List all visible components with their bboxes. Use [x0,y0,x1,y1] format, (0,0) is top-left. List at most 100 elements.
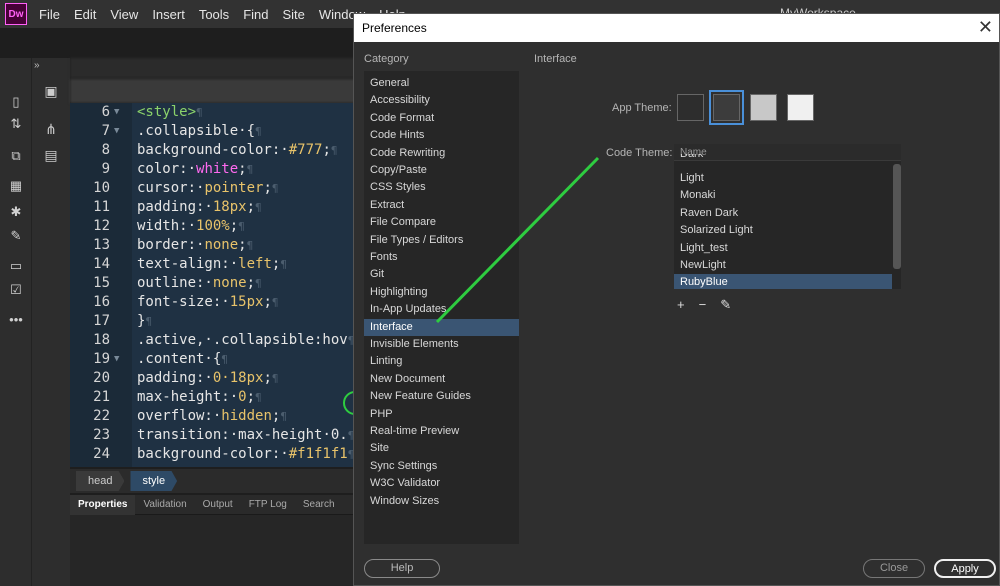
code-line[interactable]: 7 ▼ .collapsible·{¶ [70,122,360,141]
expand-panels-icon[interactable]: » [34,60,40,71]
code-theme-item[interactable]: Solarized Light [674,222,892,239]
insert-panel-icon[interactable]: ▣ [40,80,62,102]
dom-panel-icon[interactable]: ⋔ [40,118,62,140]
menu-tools[interactable]: Tools [199,7,229,22]
help-button[interactable]: Help [364,559,440,578]
code-view-icon[interactable]: ⧉ [6,146,26,166]
app-theme-swatch[interactable] [677,94,704,121]
close-button[interactable]: Close [863,559,925,578]
tab-validation[interactable]: Validation [135,495,194,515]
code-line[interactable]: 16 font-size:·15px;¶ [70,293,360,312]
category-item[interactable]: Highlighting [364,284,519,301]
menu-site[interactable]: Site [282,7,304,22]
document-tab[interactable] [70,58,360,78]
app-theme-swatch[interactable] [787,94,814,121]
code-theme-item[interactable]: Light_test [674,240,892,257]
category-item[interactable]: Linting [364,353,519,370]
fold-toggle-icon[interactable]: ▼ [114,350,119,369]
code-line[interactable]: 19 ▼ .content·{¶ [70,350,360,369]
validate-icon[interactable]: ☑ [6,280,26,300]
code-line[interactable]: 13 border:·none;¶ [70,236,360,255]
live-view-icon[interactable]: ▦ [6,176,26,196]
code-theme-list[interactable]: Name Dark Light Monaki Raven Dark Solarized … [674,144,901,289]
category-item[interactable]: Code Hints [364,127,519,144]
tab-ftp-log[interactable]: FTP Log [241,495,295,515]
app-theme-swatch[interactable] [709,90,744,125]
category-item[interactable]: Code Format [364,110,519,127]
apply-button[interactable]: Apply [934,559,996,578]
code-line[interactable]: 20 padding:·0·18px;¶ [70,369,360,388]
category-item[interactable]: Extract [364,197,519,214]
code-token: none [204,237,239,253]
code-line[interactable]: 24 background-color:·#f1f1f1¶ [70,445,360,464]
category-item[interactable]: Invisible Elements [364,336,519,353]
theme-list-scrollbar[interactable] [893,164,901,269]
edit-theme-icon[interactable]: ✎ [720,297,731,313]
category-item[interactable]: Site [364,440,519,457]
tab-search[interactable]: Search [295,495,343,515]
category-list: General Accessibility Code Format Code Hint… [364,71,519,544]
comment-icon[interactable]: ▭ [6,256,26,276]
brush-icon[interactable]: ✎ [6,226,26,246]
code-text: .collapsible·{¶ [137,122,262,141]
category-item[interactable]: Interface [364,318,519,336]
file-transfer-icon[interactable]: ⇅ [6,114,26,134]
fold-toggle-icon[interactable]: ▼ [114,122,119,141]
code-theme-item[interactable]: NewLight [674,257,892,274]
code-theme-item[interactable]: Raven Dark [674,205,892,222]
menu-insert[interactable]: Insert [152,7,185,22]
category-item[interactable]: Copy/Paste [364,162,519,179]
category-item[interactable]: Fonts [364,249,519,266]
code-line[interactable]: 17}¶ [70,312,360,331]
tab-output[interactable]: Output [195,495,241,515]
more-icon[interactable]: ••• [6,310,26,330]
category-item[interactable]: Code Rewriting [364,145,519,162]
menu-file[interactable]: File [39,7,60,22]
category-item[interactable]: In-App Updates [364,301,519,318]
tag-crumb-style[interactable]: style [130,471,178,491]
code-theme-item[interactable]: RubyBlue [674,274,892,289]
code-line[interactable]: 15 outline:·none;¶ [70,274,360,293]
code-theme-item[interactable]: Monaki [674,187,892,204]
app-theme-swatch[interactable] [750,94,777,121]
code-line[interactable]: 14 text-align:·left;¶ [70,255,360,274]
category-item[interactable]: Git [364,266,519,283]
category-item[interactable]: New Feature Guides [364,388,519,405]
inspect-icon[interactable]: ✱ [6,202,26,222]
code-line[interactable]: 8 background-color:·#777;¶ [70,141,360,160]
menu-edit[interactable]: Edit [74,7,96,22]
category-item[interactable]: Accessibility [364,92,519,109]
remove-theme-icon[interactable]: − [699,297,707,313]
close-icon[interactable]: ✕ [978,17,993,37]
code-line[interactable]: 23 transition:·max-height·0.¶ [70,426,360,445]
fold-toggle-icon[interactable]: ▼ [114,103,119,122]
category-item[interactable]: File Types / Editors [364,232,519,249]
menu-find[interactable]: Find [243,7,268,22]
category-item[interactable]: General [364,75,519,92]
code-line[interactable]: 22 overflow:·hidden;¶ [70,407,360,426]
category-item[interactable]: PHP [364,406,519,423]
category-item[interactable]: CSS Styles [364,179,519,196]
code-line[interactable]: 12 width:·100%;¶ [70,217,360,236]
code-line[interactable]: 6 ▼ <style>¶ [70,103,360,122]
code-line[interactable]: 9 color:·white;¶ [70,160,360,179]
category-item[interactable]: New Document [364,371,519,388]
code-line[interactable]: 11 padding:·18px;¶ [70,198,360,217]
code-line[interactable]: 10 cursor:·pointer;¶ [70,179,360,198]
tab-properties[interactable]: Properties [70,494,136,515]
category-item[interactable]: Sync Settings [364,458,519,475]
new-file-icon[interactable]: ▯ [6,92,26,112]
code-editor[interactable]: 6 ▼ <style>¶ 7 ▼ .collapsible·{¶ 8 background-c… [70,103,360,467]
code-line[interactable]: 21 max-height:·0;¶ [70,388,360,407]
code-theme-item[interactable]: Dark [674,154,892,162]
category-item[interactable]: File Compare [364,214,519,231]
category-item[interactable]: Window Sizes [364,493,519,510]
css-panel-icon[interactable]: ▤ [40,144,62,166]
add-theme-icon[interactable]: + [677,297,685,313]
category-item[interactable]: Real-time Preview [364,423,519,440]
menu-view[interactable]: View [110,7,138,22]
category-item[interactable]: W3C Validator [364,475,519,492]
tag-crumb-head[interactable]: head [76,471,125,491]
code-line[interactable]: 18 .active,·.collapsible:hov¶ [70,331,360,350]
code-theme-item[interactable]: Light [674,170,892,187]
